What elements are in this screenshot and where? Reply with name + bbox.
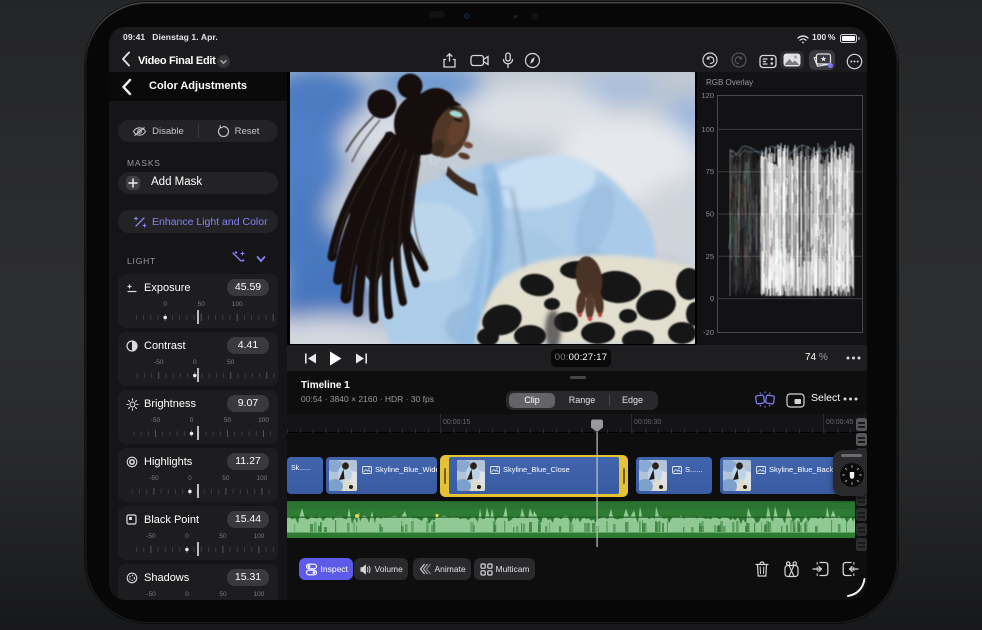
svg-text:0: 0	[163, 301, 167, 308]
svg-text:25: 25	[706, 252, 714, 261]
svg-text:50: 50	[219, 591, 227, 598]
svg-text:0: 0	[185, 533, 189, 540]
svg-text:100: 100	[254, 591, 265, 598]
svg-text:75: 75	[706, 167, 714, 176]
svg-text:0: 0	[185, 591, 189, 598]
svg-text:50: 50	[227, 359, 235, 366]
svg-text:-50: -50	[146, 533, 156, 540]
svg-text:50: 50	[219, 533, 227, 540]
svg-text:-50: -50	[149, 475, 159, 482]
svg-text:100: 100	[701, 125, 714, 134]
svg-text:50: 50	[198, 301, 206, 308]
svg-text:-50: -50	[146, 591, 156, 598]
svg-text:100: 100	[256, 475, 267, 482]
svg-text:0: 0	[188, 475, 192, 482]
svg-text:100: 100	[253, 533, 264, 540]
svg-text:50: 50	[706, 210, 714, 219]
svg-text:-20: -20	[703, 328, 714, 337]
svg-text:100: 100	[232, 301, 243, 308]
svg-text:50: 50	[222, 475, 230, 482]
svg-text:100: 100	[258, 417, 269, 424]
svg-text:-50: -50	[154, 359, 164, 366]
svg-text:120: 120	[701, 91, 714, 100]
svg-text:-50: -50	[151, 417, 161, 424]
svg-text:0: 0	[193, 359, 197, 366]
svg-text:50: 50	[224, 417, 232, 424]
svg-text:0: 0	[710, 294, 714, 303]
svg-text:0: 0	[190, 417, 194, 424]
